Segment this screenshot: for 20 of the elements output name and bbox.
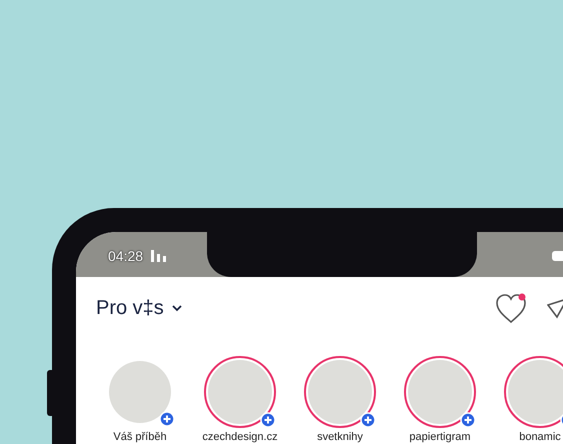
story-avatar[interactable]	[404, 356, 476, 428]
signal-icon	[151, 250, 168, 262]
story-avatar[interactable]	[204, 356, 276, 428]
story-name: Váš příběh	[113, 431, 167, 443]
status-time: 04:28	[108, 248, 144, 264]
story-avatar[interactable]	[304, 356, 376, 428]
chevron-down-icon[interactable]	[172, 305, 182, 312]
plus-icon	[159, 411, 175, 427]
story-avatar[interactable]	[504, 356, 563, 428]
story-name: czechdesign.cz	[202, 431, 278, 443]
story-name: papiertigram	[409, 431, 471, 443]
heart-icon[interactable]	[495, 292, 529, 324]
feed-title[interactable]: Pro v‡s	[96, 297, 164, 320]
story-name: svetknihy	[317, 431, 363, 443]
story-name: bonamic	[519, 431, 561, 443]
plus-icon	[260, 412, 276, 428]
plus-icon	[460, 412, 476, 428]
plus-icon	[360, 412, 376, 428]
send-icon[interactable]	[547, 296, 563, 320]
battery-icon	[552, 251, 563, 261]
